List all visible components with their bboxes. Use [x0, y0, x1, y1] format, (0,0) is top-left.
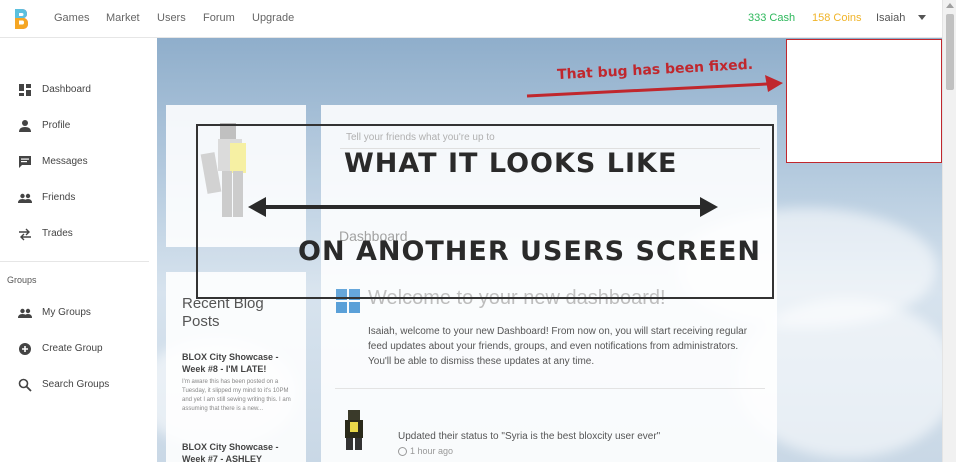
search-icon — [18, 378, 32, 392]
people-icon — [18, 308, 32, 318]
blog-post-title[interactable]: BLOX City Showcase - Week #8 - I'M LATE! — [182, 351, 292, 375]
sidebar-item-messages[interactable]: Messages — [0, 150, 157, 174]
logo-icon[interactable] — [13, 8, 29, 30]
feed-status-text: Updated their status to "Syria is the be… — [398, 431, 661, 442]
feed-user-avatar[interactable] — [340, 410, 370, 450]
sidebar-item-search-groups[interactable]: Search Groups — [0, 373, 157, 397]
welcome-text: Isaiah, welcome to your new Dashboard! F… — [368, 326, 748, 367]
scrollbar[interactable] — [942, 0, 956, 462]
sidebar-section-groups: Groups — [7, 275, 37, 285]
sidebar-item-label: Search Groups — [42, 379, 110, 390]
sidebar-item-label: Profile — [42, 120, 71, 131]
arrow-right-icon — [526, 75, 783, 98]
sidebar-item-label: Create Group — [42, 343, 103, 354]
sidebar-item-my-groups[interactable]: My Groups — [0, 301, 157, 325]
blog-post-excerpt: I'm aware this has been posted on a Tues… — [182, 379, 291, 412]
plus-circle-icon — [19, 343, 31, 355]
clock-icon — [398, 447, 407, 456]
nav-market[interactable]: Market — [106, 12, 140, 24]
sidebar-divider — [0, 261, 149, 262]
annotation-heading: WHAT IT LOOKS LIKE — [344, 148, 678, 179]
annotation-subheading: ON ANOTHER USERS SCREEN — [298, 236, 762, 267]
cash-balance[interactable]: 333 Cash — [748, 12, 795, 24]
feed-status-time: 1 hour ago — [410, 446, 454, 456]
sidebar-item-create-group[interactable]: Create Group — [0, 337, 157, 361]
top-nav-bar: Games Market Users Forum Upgrade 333 Cas… — [0, 0, 942, 38]
message-icon — [19, 156, 31, 168]
sidebar-item-label: Dashboard — [42, 84, 91, 95]
people-icon — [18, 193, 32, 203]
double-arrow-icon — [248, 197, 718, 217]
feed-separator — [335, 388, 765, 389]
user-menu-name[interactable]: Isaiah — [876, 12, 905, 24]
blog-post-title[interactable]: BLOX City Showcase - Week #7 - ASHLEY — [182, 441, 292, 462]
chevron-down-icon[interactable] — [918, 15, 926, 20]
scrollbar-thumb[interactable] — [946, 14, 954, 90]
dashboard-icon — [19, 84, 31, 96]
sidebar: Dashboard Profile Messages Friends Trade… — [0, 38, 157, 462]
nav-games[interactable]: Games — [54, 12, 89, 24]
sidebar-item-dashboard[interactable]: Dashboard — [0, 78, 157, 102]
sidebar-item-trades[interactable]: Trades — [0, 222, 157, 246]
sidebar-item-friends[interactable]: Friends — [0, 186, 157, 210]
sidebar-item-label: Friends — [42, 192, 76, 203]
nav-forum[interactable]: Forum — [203, 12, 235, 24]
blog-section-title: Recent Blog Posts — [182, 295, 264, 330]
sidebar-item-label: My Groups — [42, 307, 91, 318]
annotation-highlight-box — [786, 39, 942, 163]
person-icon — [19, 120, 31, 132]
scroll-up-icon[interactable] — [946, 3, 954, 8]
swap-icon — [19, 228, 31, 241]
sidebar-item-profile[interactable]: Profile — [0, 114, 157, 138]
nav-users[interactable]: Users — [157, 12, 186, 24]
coins-balance[interactable]: 158 Coins — [812, 12, 862, 24]
nav-upgrade[interactable]: Upgrade — [252, 12, 294, 24]
sidebar-item-label: Messages — [42, 156, 88, 167]
sidebar-item-label: Trades — [42, 228, 73, 239]
